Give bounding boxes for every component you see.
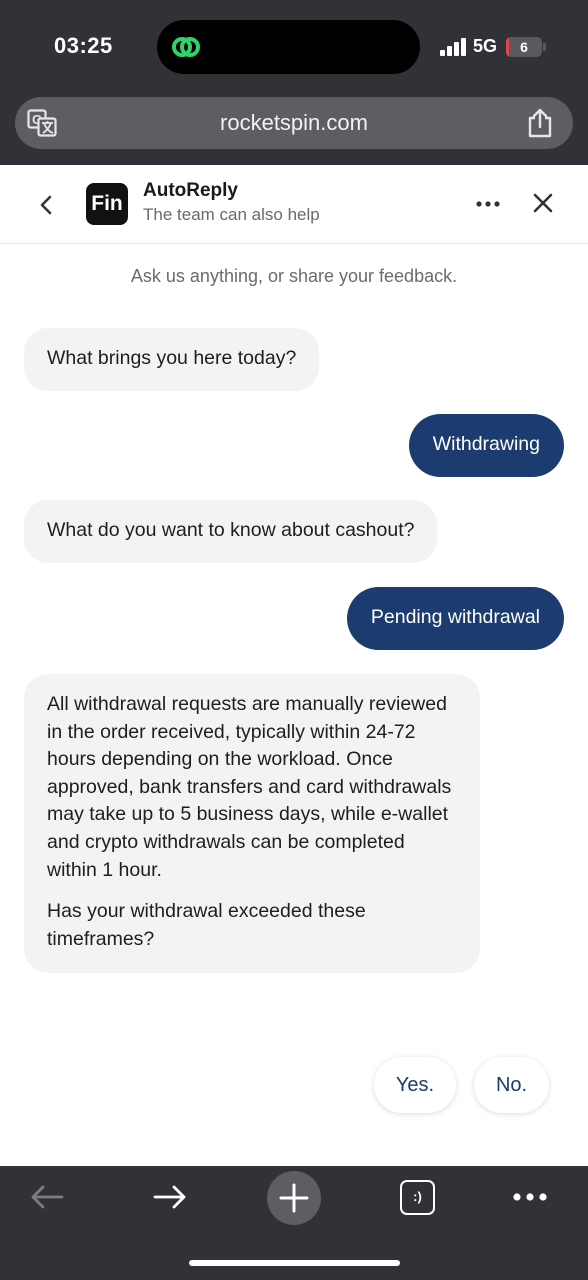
- tabs-icon[interactable]: :): [400, 1180, 435, 1215]
- cellular-signal-icon: [440, 38, 468, 56]
- close-icon[interactable]: [532, 192, 554, 214]
- browser-bottom-toolbar: :): [0, 1166, 588, 1280]
- share-icon[interactable]: [527, 108, 553, 138]
- chat-title: AutoReply: [143, 180, 238, 201]
- address-bar[interactable]: G rocketspin.com: [15, 97, 573, 149]
- bot-message: What do you want to know about cashout?: [24, 500, 438, 563]
- message-paragraph: Has your withdrawal exceeded these timef…: [47, 900, 366, 950]
- bot-message: What brings you here today?: [24, 328, 320, 391]
- user-message: Withdrawing: [408, 414, 564, 477]
- battery-level: 6: [520, 39, 528, 55]
- quick-reply-yes-button[interactable]: Yes.: [374, 1057, 456, 1113]
- more-horizontal-icon[interactable]: [512, 1192, 548, 1202]
- browser-top-chrome: 03:25 5G 6 G rocketspin.com: [0, 0, 588, 165]
- chevron-left-icon[interactable]: [36, 193, 56, 217]
- chat-header: Fin AutoReply The team can also help: [0, 165, 588, 244]
- fin-logo: Fin: [86, 183, 128, 225]
- quick-reply-no-button[interactable]: No.: [474, 1057, 549, 1113]
- more-horizontal-icon[interactable]: [476, 201, 500, 207]
- chat-subtitle: The team can also help: [143, 205, 320, 224]
- forward-arrow-icon[interactable]: [152, 1184, 188, 1210]
- link-rings-icon: [172, 37, 200, 57]
- battery-tip: [543, 43, 546, 51]
- back-arrow-icon[interactable]: [29, 1184, 65, 1210]
- status-time: 03:25: [54, 33, 113, 58]
- home-indicator: [189, 1260, 400, 1266]
- url-text[interactable]: rocketspin.com: [15, 97, 573, 149]
- network-type: 5G: [473, 36, 498, 56]
- dynamic-island: [157, 20, 420, 74]
- plus-icon: [279, 1183, 309, 1213]
- chat-intro-text: Ask us anything, or share your feedback.: [130, 266, 458, 286]
- message-paragraph: All withdrawal requests are manually rev…: [47, 693, 452, 881]
- new-tab-button[interactable]: [267, 1171, 321, 1225]
- battery-icon: 6: [506, 37, 542, 57]
- bot-message: All withdrawal requests are manually rev…: [24, 674, 480, 974]
- user-message: Pending withdrawal: [346, 587, 564, 650]
